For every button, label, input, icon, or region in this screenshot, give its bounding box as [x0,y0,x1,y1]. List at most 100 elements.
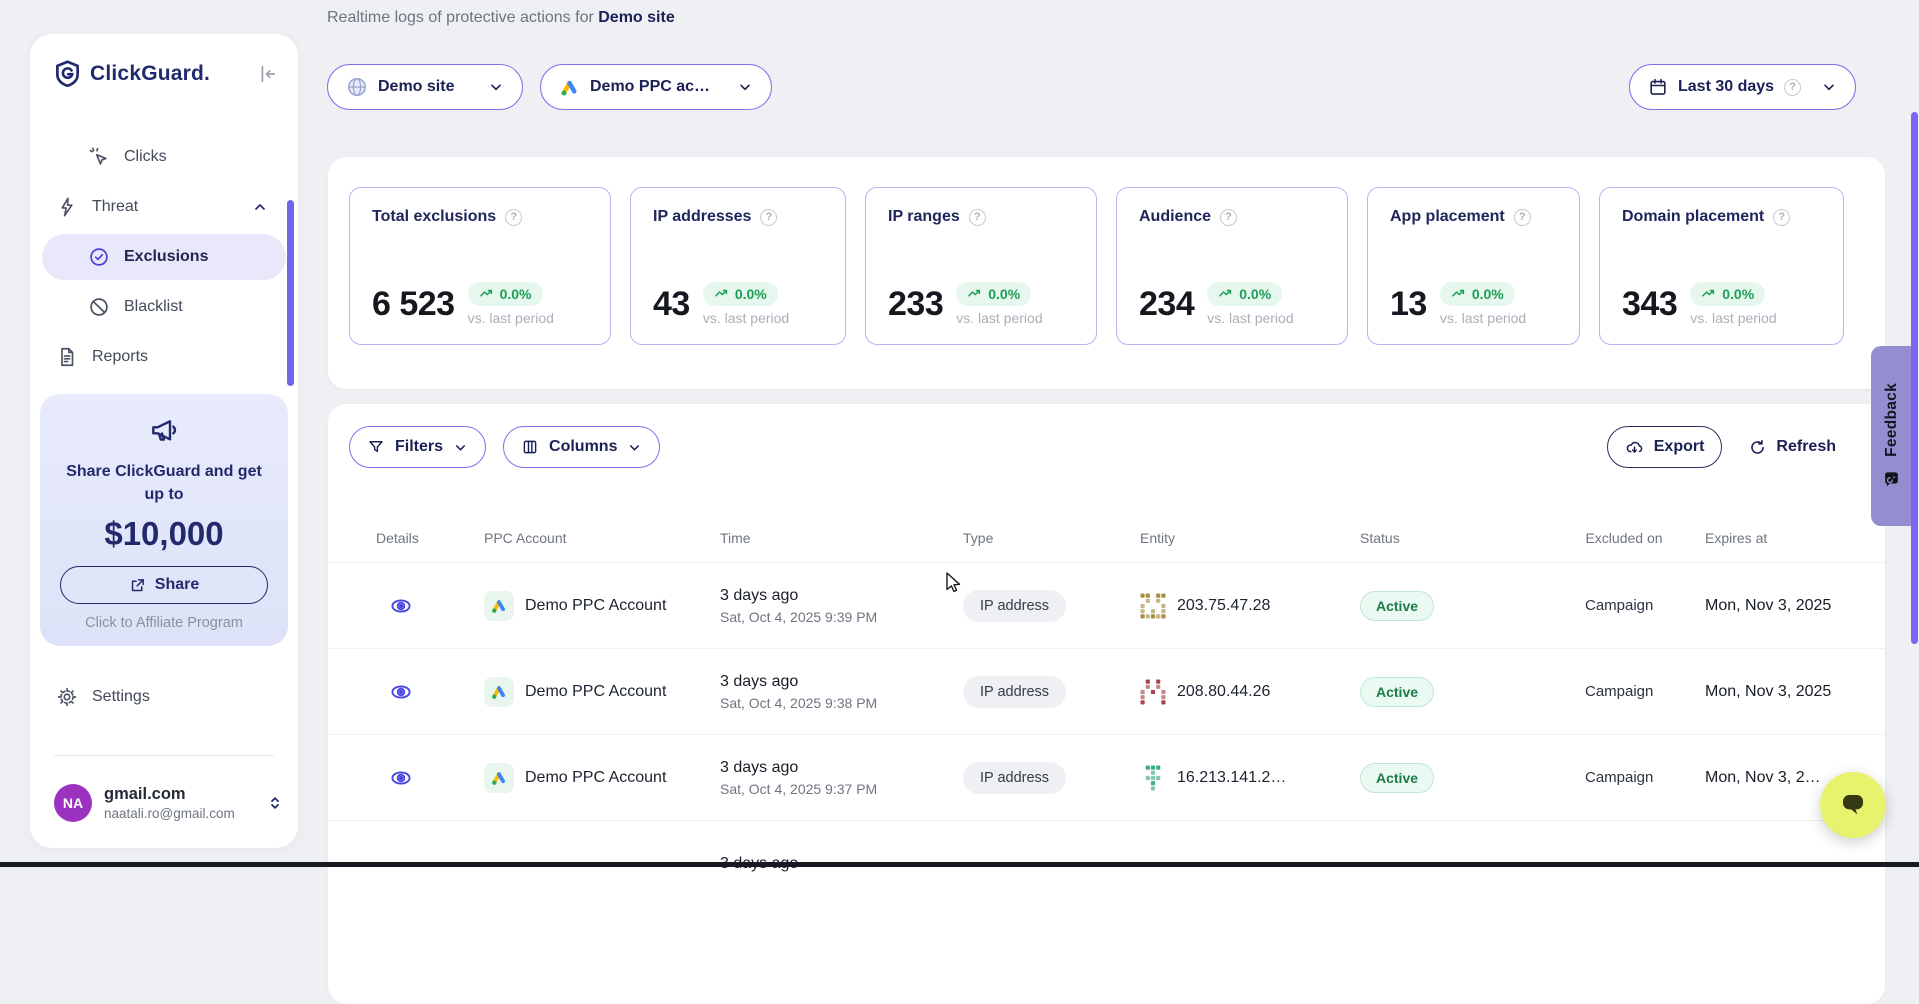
entity-value: 203.75.47.28 [1177,597,1270,615]
col-header-details[interactable]: Details [376,530,484,546]
type-badge: IP address [963,676,1066,708]
clickguard-logo-text: ClickGuard. [90,62,210,86]
sidebar-item-clicks[interactable]: Clicks [42,134,286,180]
account-email: naatali.ro@gmail.com [104,806,235,821]
chat-launcher-button[interactable] [1820,772,1886,838]
trending-up-icon [1451,286,1466,301]
share-button-label: Share [155,576,199,594]
clickguard-logo-icon [54,60,81,87]
site-selector-dropdown[interactable]: Demo site [327,64,523,110]
ppc-selector-label: Demo PPC ac… [590,78,710,96]
table-header-row: Details PPC Account Time Type Entity Sta… [328,516,1885,563]
sidebar-item-exclusions[interactable]: Exclusions [42,234,286,280]
help-icon[interactable] [760,209,777,226]
sidebar-collapse-button[interactable] [254,61,280,87]
lightning-icon [56,196,78,218]
columns-button[interactable]: Columns [503,426,660,468]
trending-up-icon [1701,286,1716,301]
columns-icon [521,438,539,456]
sidebar-item-label: Clicks [124,148,167,166]
gear-icon [56,686,78,708]
col-header-entity[interactable]: Entity [1140,530,1360,546]
promo-amount: $10,000 [40,515,288,553]
chevron-down-icon [453,440,468,455]
stat-tile-total-exclusions: Total exclusions 6 523 0.0% vs. last per… [349,187,611,345]
col-header-ppc-account[interactable]: PPC Account [484,530,720,546]
help-icon[interactable] [505,209,522,226]
trend-badge: 0.0% [1690,282,1765,306]
eye-icon[interactable] [389,594,413,618]
col-header-expires-at[interactable]: Expires at [1705,530,1861,546]
funnel-icon [367,438,385,456]
expires-at-value: Mon, Nov 3, 2025 [1705,597,1861,615]
stat-label: IP ranges [888,208,960,226]
table-row[interactable]: Demo PPC Account 3 days agoSat, Oct 4, 2… [328,649,1885,735]
excluded-on-value: Campaign [1585,597,1705,614]
col-header-time[interactable]: Time [720,530,963,546]
eye-icon[interactable] [389,680,413,704]
sidebar-item-label: Blacklist [124,298,183,316]
chevron-up-icon [252,199,268,215]
help-icon[interactable] [1514,209,1531,226]
sidebar-item-threat[interactable]: Threat [42,184,286,230]
type-badge: IP address [963,590,1066,622]
time-relative: 3 days ago [720,673,963,691]
google-ads-icon [484,763,514,793]
stat-label: IP addresses [653,208,751,226]
cloud-download-icon [1625,438,1644,457]
feedback-tab[interactable]: Feedback [1871,346,1912,526]
stat-tile-ip-ranges: IP ranges 233 0.0% vs. last period [865,187,1097,345]
entity-value: 208.80.44.26 [1177,683,1270,701]
filters-button[interactable]: Filters [349,426,486,468]
trend-badge: 0.0% [1207,282,1282,306]
export-button[interactable]: Export [1607,426,1723,468]
excluded-on-value: Campaign [1585,769,1705,786]
col-header-status[interactable]: Status [1360,530,1585,546]
sidebar-scrollbar[interactable] [287,200,294,386]
stat-value: 13 [1390,287,1427,321]
page-scrollbar[interactable] [1911,112,1918,644]
col-header-excluded-on[interactable]: Excluded on [1585,530,1663,546]
col-header-type[interactable]: Type [963,530,1140,546]
time-relative: 3 days ago [720,759,963,777]
google-ads-icon [484,591,514,621]
expires-at-value: Mon, Nov 3, 2025 [1705,683,1861,701]
help-icon[interactable] [1773,209,1790,226]
document-icon [56,346,78,368]
settings-label: Settings [92,688,150,706]
account-switcher[interactable]: NA gmail.com naatali.ro@gmail.com [54,784,284,822]
ppc-account-selector-dropdown[interactable]: Demo PPC ac… [540,64,772,110]
google-ads-icon [559,77,580,98]
sidebar-item-reports[interactable]: Reports [42,334,286,380]
chevron-down-icon [737,79,753,95]
exclusions-table-card: Filters Columns Export Refresh Details P… [328,404,1885,1004]
share-button[interactable]: Share [60,566,268,604]
stat-label: App placement [1390,208,1505,226]
refresh-button[interactable]: Refresh [1748,438,1836,457]
ppc-account-name: Demo PPC Account [525,683,666,701]
trend-caption: vs. last period [1440,310,1526,326]
table-row[interactable]: Demo PPC Account 3 days agoSat, Oct 4, 2… [328,735,1885,821]
trending-up-icon [714,286,729,301]
table-row[interactable]: Demo PPC Account 3 days agoSat, Oct 4, 2… [328,563,1885,649]
chevron-down-icon [1821,79,1837,95]
sidebar-item-blacklist[interactable]: Blacklist [42,284,286,330]
sidebar-item-settings[interactable]: Settings [56,686,150,708]
date-range-dropdown[interactable]: Last 30 days [1629,64,1856,110]
stat-tile-domain-placement: Domain placement 343 0.0% vs. last perio… [1599,187,1844,345]
eye-icon[interactable] [389,766,413,790]
refresh-label: Refresh [1776,438,1836,456]
stat-value: 43 [653,287,690,321]
help-icon[interactable] [969,209,986,226]
excluded-on-value: Campaign [1585,683,1705,700]
affiliate-promo-card[interactable]: Share ClickGuard and get up to $10,000 S… [40,394,288,646]
trend-badge: 0.0% [468,282,543,306]
filters-label: Filters [395,438,443,456]
trend-caption: vs. last period [1690,310,1776,326]
help-icon[interactable] [1220,209,1237,226]
trending-up-icon [1218,286,1233,301]
chat-bubble-icon [1838,790,1868,820]
entity-identicon [1140,593,1166,619]
external-link-icon [129,577,146,594]
stat-label: Audience [1139,208,1211,226]
